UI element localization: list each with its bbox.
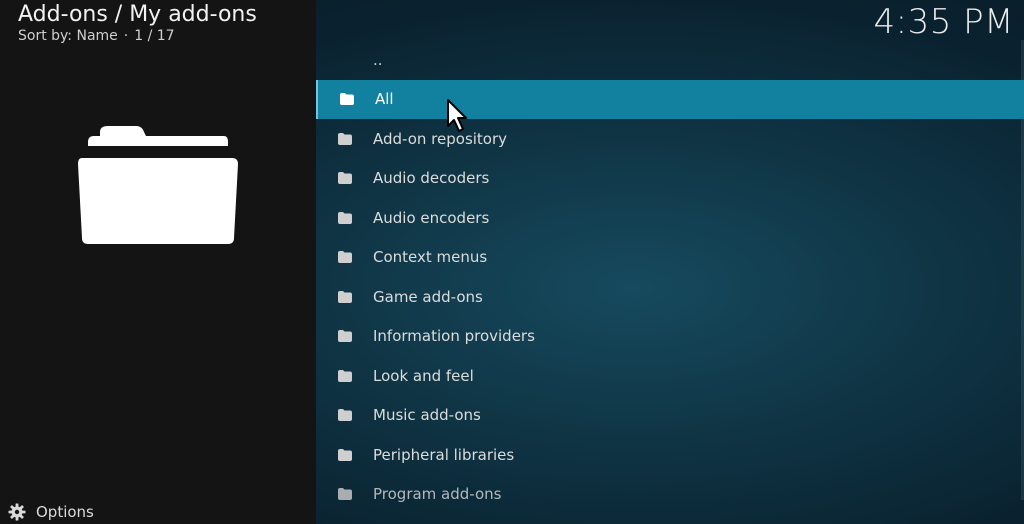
list-item-label: Peripheral libraries [373,445,515,464]
separator: · [123,28,129,44]
folder-icon [338,251,352,264]
list-item-context-menus[interactable]: Context menus [316,238,1024,278]
options-button[interactable]: Options [8,502,94,522]
list-item-peripheral-libraries[interactable]: Peripheral libraries [316,435,1024,475]
folder-icon [338,409,352,422]
list-item-information-providers[interactable]: Information providers [316,317,1024,357]
kodi-screen: Add-ons / My add-ons Sort by: Name · 1 / 1… [0,0,1024,524]
list-item-music-addons[interactable]: Music add-ons [316,396,1024,436]
folder-icon [338,132,352,145]
list-item-label: Music add-ons [373,406,481,425]
folder-icon [338,330,352,343]
list-item-label: Information providers [373,327,535,346]
folder-icon [338,290,352,303]
list-item-program-addons[interactable]: Program add-ons [316,475,1024,515]
header: Add-ons / My add-ons Sort by: Name · 1 / 1… [18,2,257,44]
list-item-label: All [375,90,394,109]
folder-icon [338,488,352,501]
folder-icon [338,369,352,382]
info-panel [0,0,316,524]
list-item-label: Game add-ons [373,287,483,306]
list-item-audio-decoders[interactable]: Audio decoders [316,159,1024,199]
folder-icon [78,126,238,244]
list-item-label: Audio decoders [373,169,490,188]
list-item-all[interactable]: All [316,79,1024,119]
list-item-label: .. [373,50,383,69]
sort-info: Sort by: Name · 1 / 17 [18,28,257,44]
list-item-game-addons[interactable]: Game add-ons [316,277,1024,317]
list-item-label: Audio encoders [373,208,490,227]
list-item-label: Look and feel [373,366,474,385]
options-label: Options [36,503,94,521]
list-item-look-and-feel[interactable]: Look and feel [316,356,1024,396]
sort-label[interactable]: Sort by: Name [18,28,118,44]
list-item-audio-encoders[interactable]: Audio encoders [316,198,1024,238]
list-item-label: Program add-ons [373,485,502,504]
folder-icon [338,172,352,185]
gear-icon [8,503,26,521]
clock: 4:35 PM [873,2,1014,42]
addon-category-list: .. All Add-on repository Audio decoders … [316,40,1024,514]
list-item-parent[interactable]: .. [316,40,1024,80]
page-title: Add-ons / My add-ons [18,2,257,27]
list-item-label: Context menus [373,248,488,267]
list-item-label: Add-on repository [373,129,508,148]
folder-icon [340,93,354,106]
folder-icon [338,211,352,224]
folder-icon [338,448,352,461]
mouse-pointer-icon [447,99,467,132]
item-position: 1 / 17 [134,28,175,44]
list-item-addon-repository[interactable]: Add-on repository [316,119,1024,159]
